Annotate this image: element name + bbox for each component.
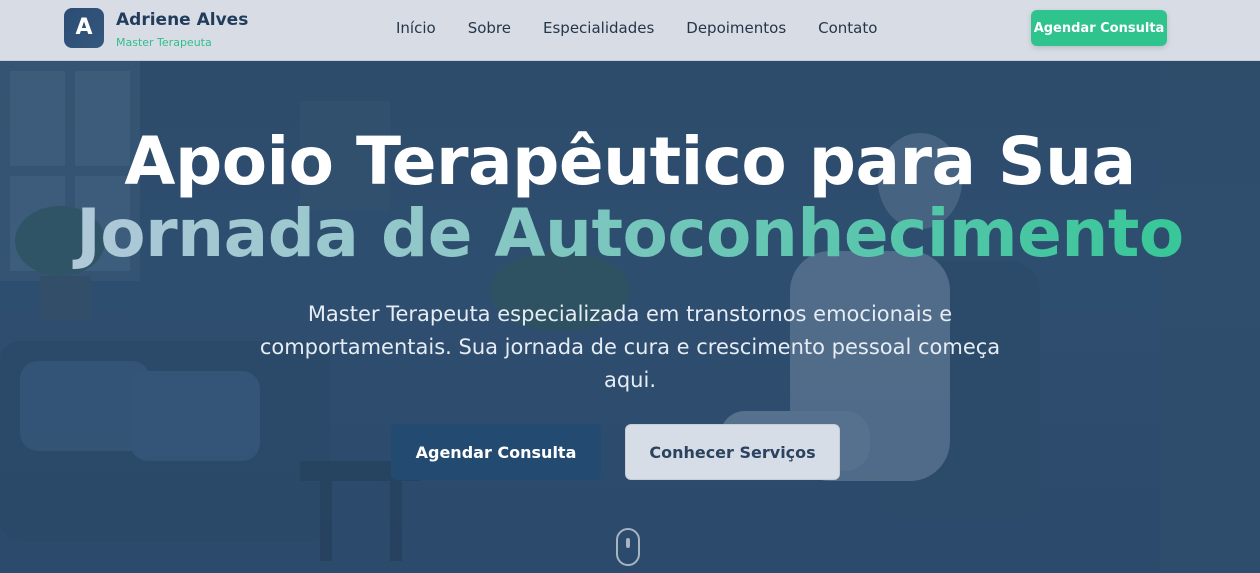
hero-headline-line1: Apoio Terapêutico para Sua (124, 123, 1136, 200)
nav-link-inicio[interactable]: Início (396, 19, 436, 37)
mouse-scroll-icon[interactable] (616, 528, 640, 566)
hero-subtitle: Master Terapeuta especializada em transt… (259, 302, 1001, 392)
hero-section: Apoio Terapêutico para Sua Jornada de Au… (0, 61, 1260, 573)
nav-link-especialidades[interactable]: Especialidades (543, 19, 654, 37)
hero-services-button[interactable]: Conhecer Serviços (625, 424, 840, 480)
hero-schedule-button[interactable]: Agendar Consulta (391, 424, 601, 480)
hero-headline-line2: Jornada de Autoconhecimento (0, 195, 1260, 272)
brand-subtitle: Master Terapeuta (116, 36, 212, 49)
nav-link-depoimentos[interactable]: Depoimentos (686, 19, 786, 37)
brand-name[interactable]: Adriene Alves (116, 10, 248, 30)
scroll-dot (626, 538, 630, 548)
nav-link-contato[interactable]: Contato (818, 19, 877, 37)
site-header: A Adriene Alves Master Terapeuta Início … (0, 0, 1260, 61)
header-schedule-button[interactable]: Agendar Consulta (1031, 10, 1167, 46)
logo-icon[interactable]: A (64, 8, 104, 48)
main-nav: Início Sobre Especialidades Depoimentos … (396, 19, 909, 37)
nav-link-sobre[interactable]: Sobre (468, 19, 511, 37)
